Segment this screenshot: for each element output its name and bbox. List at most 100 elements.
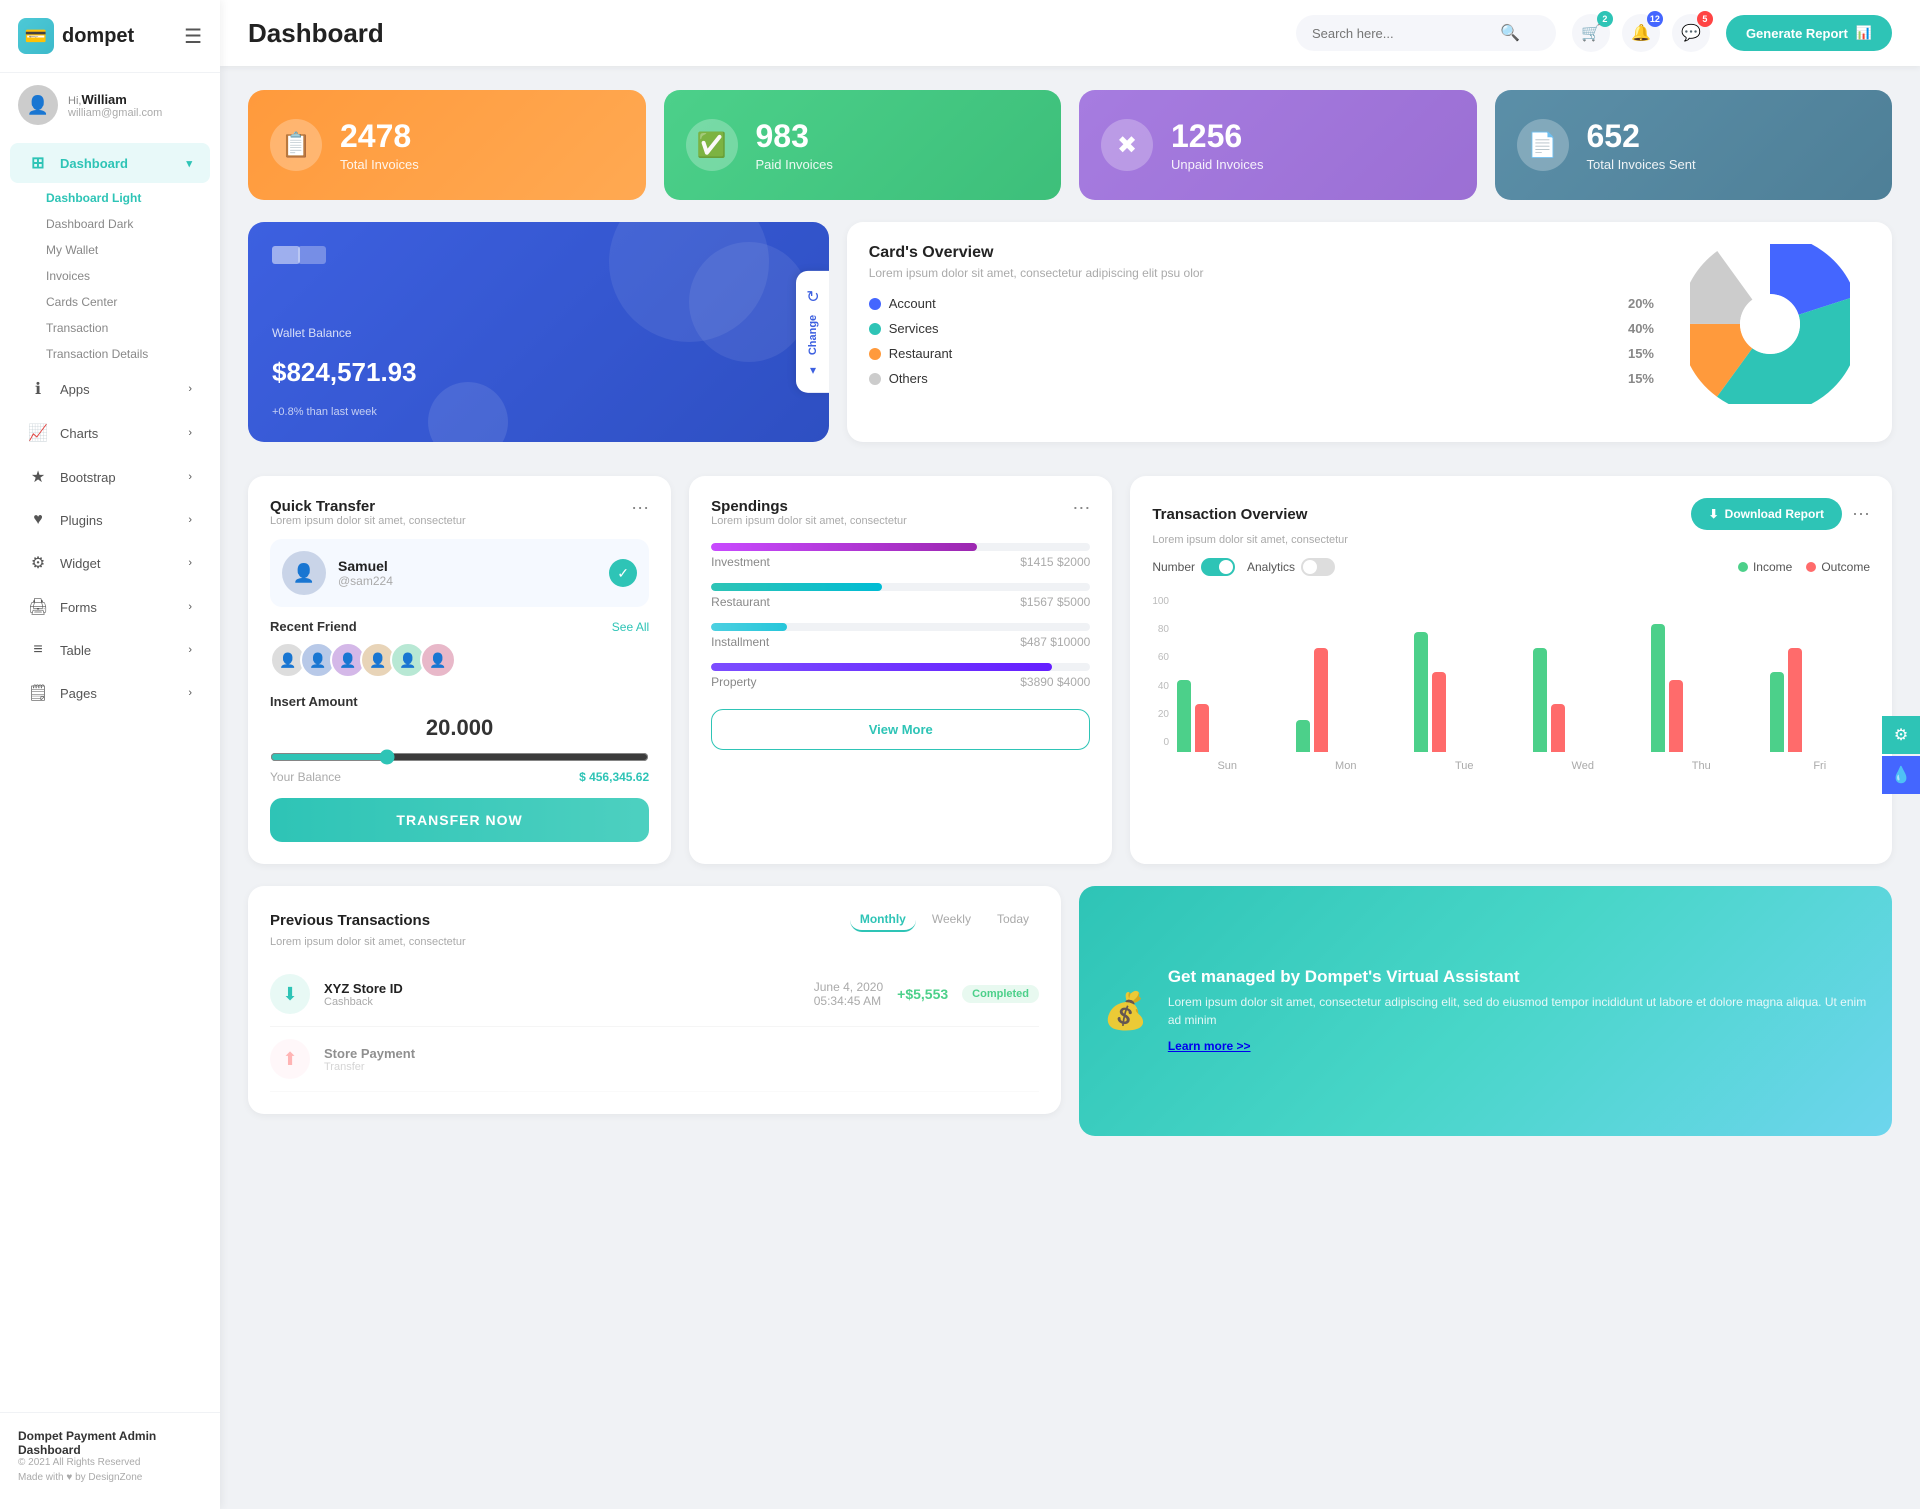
sidebar-item-forms[interactable]: 🖨 Forms › bbox=[10, 587, 210, 627]
va-icon: 💰 bbox=[1103, 990, 1148, 1032]
tab-weekly[interactable]: Weekly bbox=[922, 908, 981, 932]
restaurant-pct: 15% bbox=[1628, 346, 1654, 361]
change-button[interactable]: ↻ Change ▾ bbox=[796, 271, 828, 393]
see-all-link[interactable]: See All bbox=[612, 620, 649, 634]
sidebar-item-cards-center[interactable]: Cards Center bbox=[36, 289, 220, 315]
download-report-button[interactable]: ⬇ Download Report bbox=[1691, 498, 1842, 530]
number-toggle[interactable] bbox=[1201, 558, 1235, 576]
prev-tx-title: Previous Transactions bbox=[270, 912, 430, 929]
amount-slider[interactable] bbox=[270, 749, 649, 765]
sidebar-item-dashboard-light[interactable]: Dashboard Light bbox=[36, 185, 220, 211]
search-input[interactable] bbox=[1312, 26, 1492, 41]
services-pct: 40% bbox=[1628, 321, 1654, 336]
sidebar-item-bootstrap[interactable]: ★ Bootstrap › bbox=[10, 457, 210, 497]
cards-overview-card: Card's Overview Lorem ipsum dolor sit am… bbox=[847, 222, 1892, 442]
main-content: Dashboard 🔍 🛒 2 🔔 12 💬 5 Generate Report… bbox=[220, 0, 1920, 1509]
header: Dashboard 🔍 🛒 2 🔔 12 💬 5 Generate Report… bbox=[220, 0, 1920, 66]
balance-label: Your Balance bbox=[270, 770, 341, 784]
search-box[interactable]: 🔍 bbox=[1296, 15, 1556, 51]
wallet-card: Wallet Balance $824,571.93 +0.8% than la… bbox=[248, 222, 829, 442]
user-name: Hi,William bbox=[68, 92, 162, 107]
hamburger-icon[interactable]: ☰ bbox=[184, 24, 202, 49]
charts-icon: 📈 bbox=[28, 423, 48, 443]
tx-status: Completed bbox=[962, 985, 1039, 1003]
logo-icon: 💳 bbox=[18, 18, 54, 54]
others-dot bbox=[869, 373, 881, 385]
chevron-right-icon: › bbox=[188, 687, 192, 699]
tx-overview-dots[interactable]: ⋯ bbox=[1852, 504, 1870, 525]
chat-button[interactable]: 💬 5 bbox=[1672, 14, 1710, 52]
others-label: Others bbox=[889, 371, 928, 386]
sidebar-item-dashboard[interactable]: ⊞ Dashboard ▾ bbox=[10, 143, 210, 183]
tab-today[interactable]: Today bbox=[987, 908, 1039, 932]
mon-outcome-bar bbox=[1314, 648, 1328, 752]
tx-amount: +$5,553 bbox=[897, 986, 948, 1002]
footer-made-by: Made with ♥ by DesignZone bbox=[18, 1472, 202, 1483]
sidebar-item-table[interactable]: ≡ Table › bbox=[10, 631, 210, 669]
transfer-now-button[interactable]: TRANSFER NOW bbox=[270, 798, 649, 842]
quick-transfer-card: Quick Transfer Lorem ipsum dolor sit ame… bbox=[248, 476, 671, 864]
sidebar-item-widget[interactable]: ⚙ Widget › bbox=[10, 543, 210, 583]
generate-report-button[interactable]: Generate Report 📊 bbox=[1726, 15, 1892, 51]
chevron-right-icon: › bbox=[188, 557, 192, 569]
sidebar-item-pages[interactable]: 🗒 Pages › bbox=[10, 673, 210, 713]
chevron-right-icon: › bbox=[188, 471, 192, 483]
friends-avatars: 👤 👤 👤 👤 👤 👤 bbox=[270, 642, 649, 678]
va-learn-more-link[interactable]: Learn more >> bbox=[1168, 1039, 1251, 1053]
sidebar-item-dashboard-dark[interactable]: Dashboard Dark bbox=[36, 211, 220, 237]
spending-item-restaurant: Restaurant $1567 $5000 bbox=[711, 583, 1090, 609]
fri-outcome-bar bbox=[1788, 648, 1802, 752]
contact-name: Samuel bbox=[338, 558, 393, 574]
quick-transfer-subtitle: Lorem ipsum dolor sit amet, consectetur bbox=[270, 515, 466, 527]
notification-button[interactable]: 🔔 12 bbox=[1622, 14, 1660, 52]
contact-handle: @sam224 bbox=[338, 574, 393, 588]
services-dot bbox=[869, 323, 881, 335]
spending-item-investment: Investment $1415 $2000 bbox=[711, 543, 1090, 569]
sidebar-item-charts[interactable]: 📈 Charts › bbox=[10, 413, 210, 453]
drop-floating-button[interactable]: 💧 bbox=[1882, 756, 1920, 794]
content-area: 📋 2478 Total Invoices ✅ 983 Paid Invoice… bbox=[220, 66, 1920, 1509]
analytics-toggle[interactable] bbox=[1301, 558, 1335, 576]
label-sun: Sun bbox=[1177, 760, 1278, 772]
tue-income-bar bbox=[1414, 632, 1428, 752]
spendings-dots[interactable]: ⋯ bbox=[1072, 498, 1090, 519]
sidebar-item-my-wallet[interactable]: My Wallet bbox=[36, 237, 220, 263]
label-tue: Tue bbox=[1414, 760, 1515, 772]
chart-x-labels: Sun Mon Tue Wed Thu Fri bbox=[1177, 760, 1870, 772]
footer-title: Dompet Payment Admin Dashboard bbox=[18, 1429, 202, 1457]
quick-transfer-dots[interactable]: ⋯ bbox=[631, 498, 649, 519]
stat-card-total-invoices: 📋 2478 Total Invoices bbox=[248, 90, 646, 200]
tab-monthly[interactable]: Monthly bbox=[850, 908, 916, 932]
refresh-icon: ↻ bbox=[806, 287, 819, 307]
label-thu: Thu bbox=[1651, 760, 1752, 772]
tx-icon-cashback: ⬇ bbox=[270, 974, 310, 1014]
sidebar-item-invoices[interactable]: Invoices bbox=[36, 263, 220, 289]
spendings-card: Spendings Lorem ipsum dolor sit amet, co… bbox=[689, 476, 1112, 864]
bar-group-fri bbox=[1770, 648, 1871, 752]
sidebar-item-transaction-details[interactable]: Transaction Details bbox=[36, 341, 220, 367]
sidebar-item-transaction[interactable]: Transaction bbox=[36, 315, 220, 341]
total-sent-number: 652 bbox=[1587, 118, 1696, 155]
settings-floating-button[interactable]: ⚙ bbox=[1882, 716, 1920, 754]
overview-item-account: Account 20% bbox=[869, 296, 1654, 311]
number-toggle-group: Number bbox=[1152, 558, 1235, 576]
va-title: Get managed by Dompet's Virtual Assistan… bbox=[1168, 967, 1868, 987]
app-name: dompet bbox=[62, 25, 134, 48]
friend-avatar-6[interactable]: 👤 bbox=[420, 642, 456, 678]
label-fri: Fri bbox=[1770, 760, 1871, 772]
user-email: william@gmail.com bbox=[68, 107, 162, 119]
investment-label: Investment bbox=[711, 555, 770, 569]
tx-type: Cashback bbox=[324, 996, 403, 1008]
cart-button[interactable]: 🛒 2 bbox=[1572, 14, 1610, 52]
chevron-down-icon: ▾ bbox=[810, 363, 816, 377]
wallet-balance: $824,571.93 bbox=[272, 357, 805, 388]
income-legend: Income bbox=[1753, 560, 1792, 574]
stat-card-unpaid-invoices: ✖ 1256 Unpaid Invoices bbox=[1079, 90, 1477, 200]
bootstrap-icon: ★ bbox=[28, 467, 48, 487]
restaurant-label: Restaurant bbox=[889, 346, 953, 361]
bar-chart-icon: 📊 bbox=[1856, 25, 1872, 41]
sidebar-item-plugins[interactable]: ♥ Plugins › bbox=[10, 501, 210, 539]
tx-type-2: Transfer bbox=[324, 1061, 415, 1073]
sidebar-item-apps[interactable]: ℹ Apps › bbox=[10, 369, 210, 409]
view-more-button[interactable]: View More bbox=[711, 709, 1090, 750]
